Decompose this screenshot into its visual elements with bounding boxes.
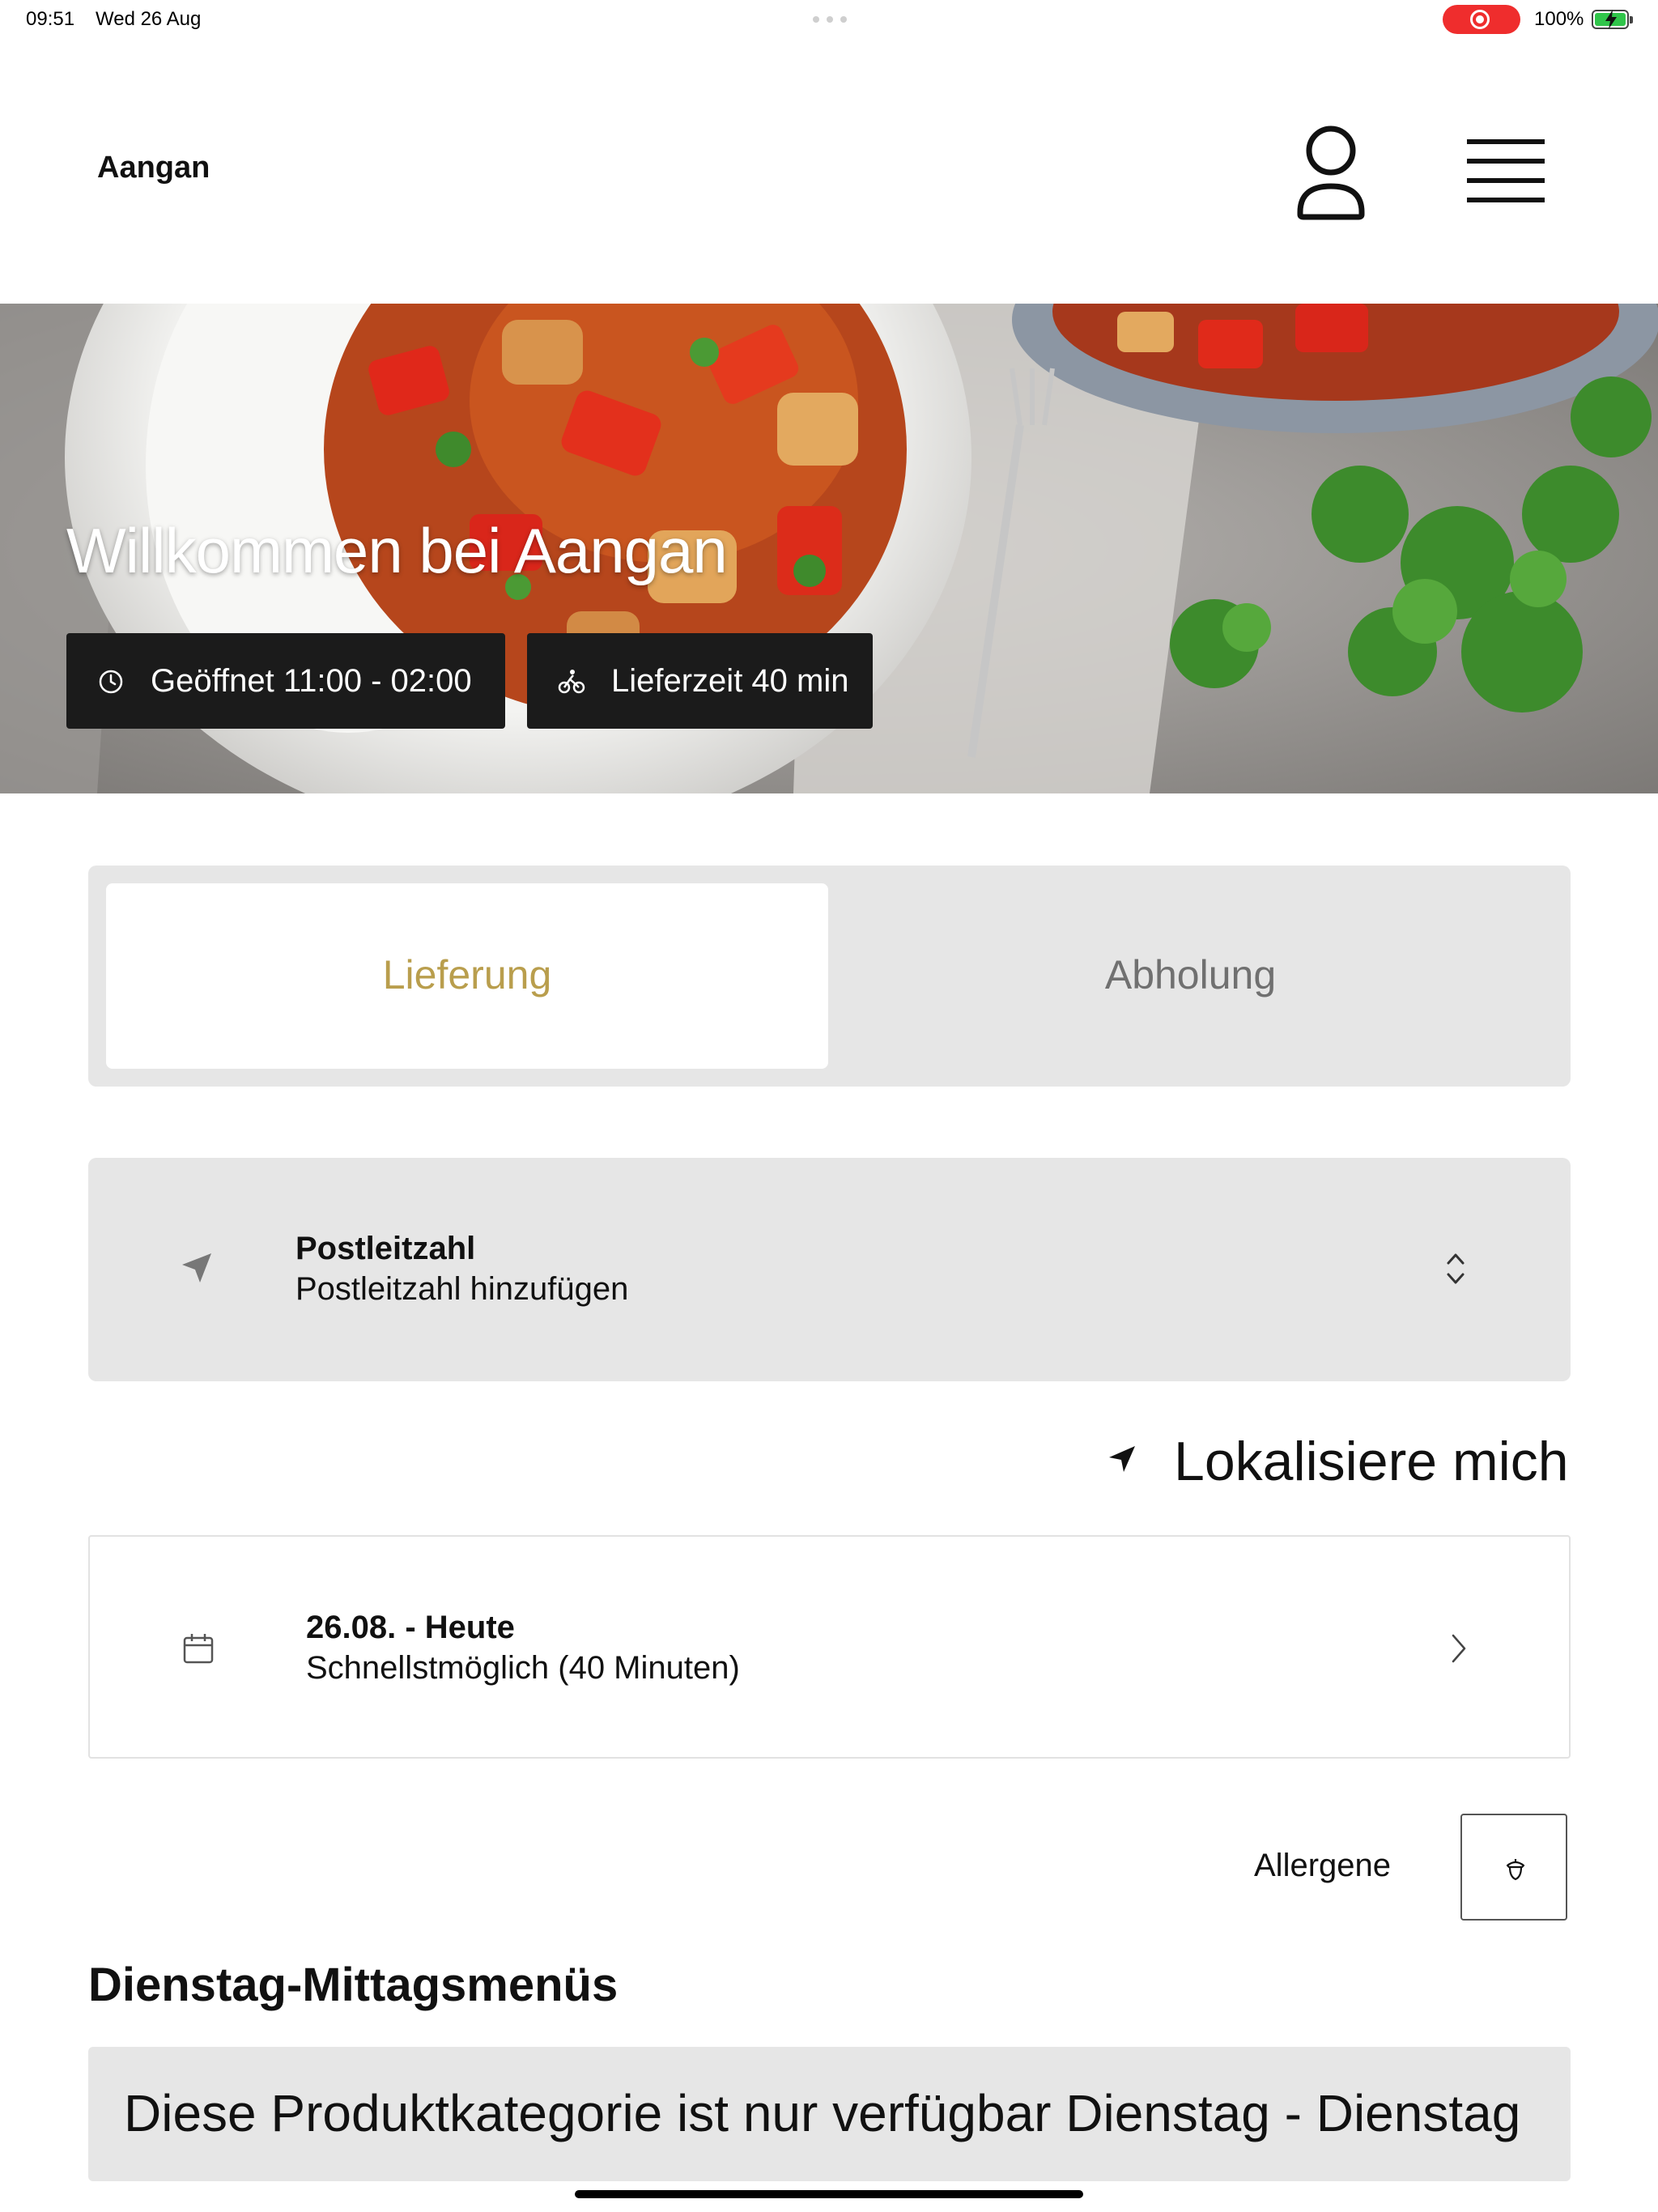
allergen-acorn-icon [1506, 1859, 1525, 1881]
category-title: Dienstag-Mittagsmenüs [88, 1959, 619, 2011]
delivery-date-title: 26.08. - Heute [306, 1610, 515, 1645]
battery-percentage: 100% [1534, 8, 1584, 30]
hero-title: Willkommen bei Aangan [66, 515, 728, 586]
locate-me-button[interactable]: Lokalisiere mich [1107, 1427, 1572, 1495]
hamburger-menu-icon[interactable] [1465, 136, 1546, 207]
brand-name[interactable]: Aangan [97, 151, 210, 185]
chevron-right-icon [1452, 1634, 1466, 1663]
chevron-up-down-icon [1447, 1253, 1465, 1284]
charging-bolt-icon [1605, 10, 1617, 29]
tab-delivery-label: Lieferung [382, 952, 552, 998]
bicycle-icon [558, 670, 585, 694]
allergens-button[interactable] [1460, 1814, 1567, 1921]
postcode-selector[interactable]: Postleitzahl Postleitzahl hinzufügen [88, 1158, 1571, 1381]
clock-icon [99, 670, 123, 694]
tab-pickup-label: Abholung [1104, 952, 1277, 998]
status-bar: 09:51 Wed 26 Aug 100% [0, 0, 1658, 40]
delivery-date-subtitle: Schnellstmöglich (40 Minuten) [306, 1650, 740, 1686]
allergens-label: Allergene [1254, 1848, 1392, 1883]
navigation-arrow-icon [1109, 1446, 1135, 1472]
calendar-icon [183, 1634, 214, 1664]
order-type-tabs: Lieferung Abholung [88, 866, 1571, 1087]
user-icon[interactable] [1292, 121, 1370, 227]
delivery-time-badge: Lieferzeit 40 min [527, 633, 873, 729]
hero-banner: Willkommen bei Aangan Geöffnet 11:00 - 0… [0, 304, 1658, 793]
delivery-date-selector[interactable]: 26.08. - Heute Schnellstmöglich (40 Minu… [88, 1535, 1571, 1759]
tab-pickup[interactable]: Abholung [828, 883, 1553, 1069]
screen-recording-icon[interactable] [1443, 5, 1520, 34]
opening-hours-badge: Geöffnet 11:00 - 02:00 [66, 633, 505, 729]
status-date: Wed 26 Aug [96, 8, 202, 30]
postcode-label: Postleitzahl [295, 1231, 476, 1266]
locate-me-label: Lokalisiere mich [1174, 1431, 1569, 1492]
home-indicator[interactable] [575, 2190, 1083, 2198]
location-arrow-icon [182, 1253, 211, 1283]
category-availability-note: Diese Produktkategorie ist nur verfügbar… [88, 2047, 1571, 2181]
postcode-placeholder: Postleitzahl hinzufügen [295, 1271, 629, 1307]
opening-hours-text: Geöffnet 11:00 - 02:00 [151, 663, 472, 699]
status-time: 09:51 [26, 8, 75, 30]
tab-delivery[interactable]: Lieferung [106, 883, 828, 1069]
multitasking-dots-icon[interactable] [813, 16, 847, 23]
category-availability-text: Diese Produktkategorie ist nur verfügbar… [124, 2084, 1521, 2142]
delivery-time-text: Lieferzeit 40 min [611, 663, 849, 699]
